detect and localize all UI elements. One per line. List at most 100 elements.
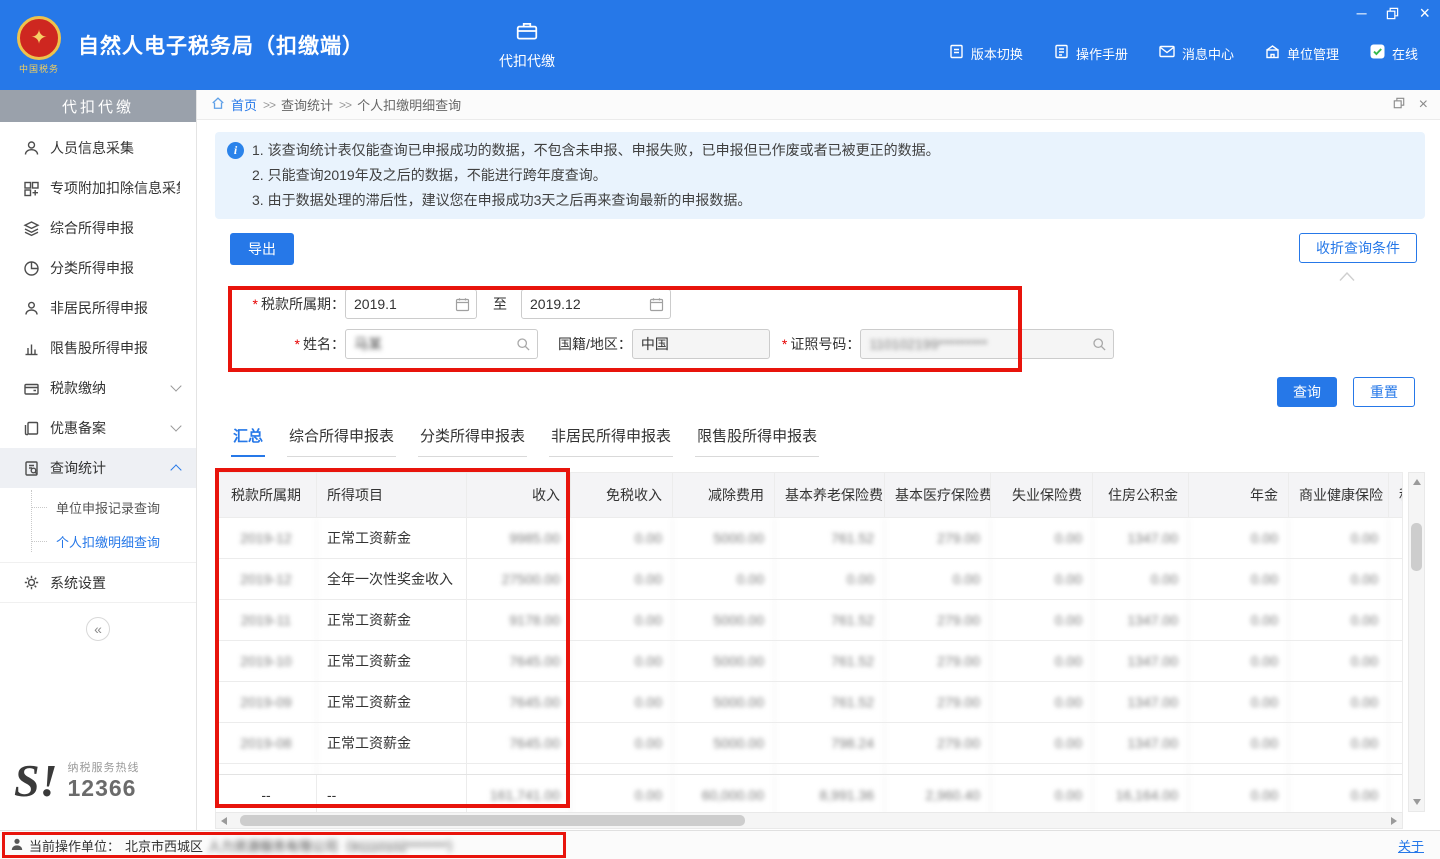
scroll-right-arrow-icon[interactable]	[1391, 817, 1397, 825]
nationality-label: 国籍/地区：	[558, 334, 632, 354]
table-cell: 0.00	[571, 723, 673, 763]
sidebar-item-query-statistics[interactable]: 查询统计	[0, 448, 196, 488]
tab-nonresident-income[interactable]: 非居民所得申报表	[549, 425, 673, 457]
table-cell: 0.00	[1289, 682, 1389, 722]
table-cell: 0.00	[571, 518, 673, 558]
sidebar-item-nonresident-income[interactable]: 非居民所得申报	[0, 288, 196, 328]
restore-button[interactable]	[1386, 7, 1399, 20]
table-cell: 1347.00	[1093, 600, 1189, 640]
scroll-down-arrow-icon[interactable]	[1413, 799, 1421, 805]
service-hotline: S! 纳税服务热线 12366	[14, 759, 139, 802]
calendar-icon[interactable]	[455, 297, 470, 315]
table-cell: 0.00	[1289, 518, 1389, 558]
tab-classified-income[interactable]: 分类所得申报表	[418, 425, 527, 457]
sidebar-item-unit-report-query[interactable]: 单位申报记录查询	[0, 490, 196, 524]
hotline-label: 纳税服务热线	[67, 759, 139, 775]
table-cell: 正常工资薪金	[317, 764, 467, 774]
vertical-scroll-thumb[interactable]	[1411, 523, 1422, 571]
status-bar: 当前操作单位：北京市西城区人力资源服务有限公司（91110102********…	[0, 830, 1440, 859]
table-row[interactable]: 2019-12正常工资薪金9985.000.005000.00761.52279…	[216, 518, 1402, 559]
table-cell: 27500.00	[467, 559, 571, 599]
notice-box: i 1. 该查询统计表仅能查询已申报成功的数据，不包含未申报、申报失败，已申报但…	[215, 132, 1425, 219]
sidebar-item-tax-payment[interactable]: 税款缴纳	[0, 368, 196, 408]
manual-button[interactable]: 操作手册	[1053, 43, 1128, 63]
period-start-input[interactable]: 2019.1	[345, 289, 477, 319]
table-cell: 7645.00	[467, 641, 571, 681]
tab-comprehensive-income[interactable]: 综合所得申报表	[287, 425, 396, 457]
table-cell: 0.00	[1189, 600, 1289, 640]
scroll-left-arrow-icon[interactable]	[221, 817, 227, 825]
table-row[interactable]: 2019-08正常工资薪金7645.000.005000.00798.24279…	[216, 723, 1402, 764]
tab-summary[interactable]: 汇总	[231, 425, 265, 457]
table-cell: 0.00	[1189, 641, 1289, 681]
table-cell: 0.00	[991, 723, 1093, 763]
table-header-cell: 住房公积金	[1093, 473, 1189, 517]
table-cell: 5000.00	[673, 682, 775, 722]
query-button[interactable]: 查询	[1277, 377, 1337, 407]
sidebar-item-personal-withholding-query[interactable]: 个人扣缴明细查询	[0, 524, 196, 558]
horizontal-scrollbar[interactable]	[215, 812, 1403, 829]
table-row[interactable]: 2019-10正常工资薪金7645.000.005000.00761.52279…	[216, 641, 1402, 682]
id-number-input[interactable]: 110102199*********	[860, 329, 1114, 359]
app-title: 自然人电子税务局（扣缴端）	[78, 30, 364, 60]
search-doc-icon	[22, 459, 40, 477]
table-cell: 279.00	[885, 641, 991, 681]
calendar-icon[interactable]	[649, 297, 664, 315]
table-row-partial-clip: 2019-07正常工资薪金7645.000.005000.00761.52279…	[216, 764, 1402, 774]
breadcrumb: 首页 >> 查询统计 >> 个人扣缴明细查询 ×	[197, 90, 1440, 120]
person-globe-icon	[22, 299, 40, 317]
table-row[interactable]: 2019-09正常工资薪金7645.000.005000.00761.52279…	[216, 682, 1402, 723]
table-row[interactable]: 2019-12全年一次性奖金收入27500.000.000.000.000.00…	[216, 559, 1402, 600]
panel-close-button[interactable]: ×	[1419, 97, 1428, 113]
table-cell: 161,741.00	[467, 775, 571, 812]
sidebar-item-personnel-info[interactable]: 人员信息采集	[0, 128, 196, 168]
notice-line: 3. 由于数据处理的滞后性，建议您在申报成功3天之后再来查询最新的申报数据。	[252, 188, 940, 213]
table-cell: 2019-09	[216, 682, 317, 722]
search-icon[interactable]	[516, 337, 531, 355]
table-row-partial[interactable]: 2019-07正常工资薪金7645.000.005000.00761.52279…	[216, 764, 1402, 774]
table-cell: 0.00	[1189, 723, 1289, 763]
sidebar-item-preferential-record[interactable]: 优惠备案	[0, 408, 196, 448]
close-button[interactable]: ×	[1419, 4, 1430, 22]
breadcrumb-home[interactable]: 首页	[231, 95, 257, 114]
vertical-scrollbar[interactable]	[1408, 472, 1425, 812]
tab-restricted-stock[interactable]: 限售股所得申报表	[695, 425, 819, 457]
search-icon[interactable]	[1092, 337, 1107, 355]
sidebar-collapse-button[interactable]: «	[86, 617, 110, 641]
table-cell: 0.00	[991, 682, 1093, 722]
sidebar-item-system-settings[interactable]: 系统设置	[0, 563, 196, 603]
message-center-button[interactable]: 消息中心	[1158, 43, 1234, 63]
table-cell: 5000.00	[673, 518, 775, 558]
table-row[interactable]: 2019-11正常工资薪金9178.000.005000.00761.52279…	[216, 600, 1402, 641]
tab-withholding[interactable]: 代扣代缴	[499, 19, 555, 71]
sidebar-item-special-deduction[interactable]: 专项附加扣除信息采集	[0, 168, 196, 208]
period-end-input[interactable]: 2019.12	[521, 289, 671, 319]
table-cell: 0.00	[991, 764, 1093, 774]
horizontal-scroll-thumb[interactable]	[240, 815, 745, 826]
nationality-input[interactable]: 中国	[632, 329, 770, 359]
scroll-up-arrow-icon[interactable]	[1413, 479, 1421, 485]
table-cell: 0.00	[571, 775, 673, 812]
version-switch-button[interactable]: 版本切换	[948, 43, 1023, 63]
export-button[interactable]: 导出	[230, 233, 294, 265]
result-table-zone: 税款所属期所得项目收入免税收入减除费用基本养老保险费基本医疗保险费失业保险费住房…	[215, 472, 1425, 829]
table-cell: 0.00	[775, 559, 885, 599]
name-input[interactable]: 马某	[345, 329, 538, 359]
result-table: 税款所属期所得项目收入免税收入减除费用基本养老保险费基本医疗保险费失业保险费住房…	[215, 472, 1403, 812]
table-cell: 1347.00	[1093, 518, 1189, 558]
reset-button[interactable]: 重置	[1353, 377, 1415, 407]
sidebar-item-comprehensive-income[interactable]: 综合所得申报	[0, 208, 196, 248]
minimize-button[interactable]: ─	[1357, 6, 1367, 20]
sidebar-item-restricted-stock[interactable]: 限售股所得申报	[0, 328, 196, 368]
panel-restore-button[interactable]	[1393, 97, 1405, 112]
collapse-filter-button[interactable]: 收折查询条件	[1299, 233, 1417, 263]
breadcrumb-item: 查询统计	[281, 95, 333, 114]
table-cell	[1389, 559, 1402, 599]
table-cell: 0.00	[1093, 559, 1189, 599]
sidebar-item-classified-income[interactable]: 分类所得申报	[0, 248, 196, 288]
sidebar-nav: 人员信息采集 专项附加扣除信息采集 综合所得申报 分类所得申报 非居民所得申报	[0, 122, 196, 641]
about-link[interactable]: 关于	[1398, 836, 1424, 855]
online-status[interactable]: 在线	[1369, 43, 1418, 63]
org-management-button[interactable]: 单位管理	[1264, 43, 1339, 63]
required-asterisk: *	[295, 336, 300, 352]
